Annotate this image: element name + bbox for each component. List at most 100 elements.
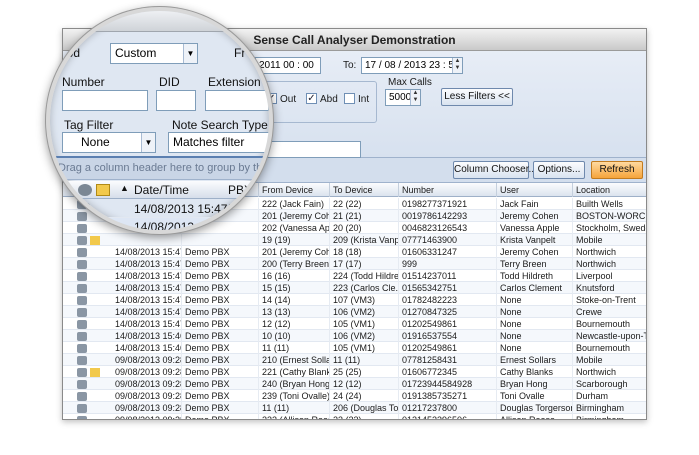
int-checkbox[interactable] (344, 93, 355, 104)
from-device-cell: 10 (10) (259, 330, 330, 342)
to-device-column-header[interactable]: To Device (330, 183, 399, 197)
table-row[interactable]: 19 (19)209 (Krista Vanp...07771463900Kri… (63, 234, 646, 246)
number-cell: 01514237011 (399, 270, 497, 282)
table-row[interactable]: 14/08/2013 15:46 Demo PBX 10 (10) 106 (VM2)… (63, 330, 646, 342)
date-cell: 14/08/2013 15:46 (112, 342, 182, 354)
location-cell: Stockholm, Sweden (573, 222, 646, 234)
table-row[interactable]: 14/08/2013 15:46 Demo PBX 11 (11) 105 (VM1)… (63, 342, 646, 354)
magnified-period-label: riod (60, 46, 81, 60)
table-row[interactable]: 09/08/2013 09:28 Demo PBX 239 (Toni Ovalle… (63, 390, 646, 402)
period-value: Custom (115, 46, 157, 60)
user-cell: None (497, 342, 573, 354)
pbx-cell: Demo PBX (182, 294, 259, 306)
to-device-cell: 106 (VM2) (330, 306, 399, 318)
to-device-cell: 23 (23) (330, 414, 399, 419)
location-cell: Mobile (573, 234, 646, 246)
table-row[interactable]: 14/08/2013 15:47 Demo PBX 200 (Terry Breen… (63, 258, 646, 270)
date-cell: 09/08/2013 09:28 (112, 378, 182, 390)
to-date-input[interactable]: 17 / 08 / 2013 23 : 59 ▲ ▼ (361, 57, 463, 74)
number-cell: 01202549861 (399, 342, 497, 354)
to-device-cell: 12 (12) (330, 378, 399, 390)
table-row[interactable]: 14/08/2013 15:47 Demo PBX 15 (15) 223 (Carl… (63, 282, 646, 294)
to-device-cell: 105 (VM1) (330, 342, 399, 354)
table-row[interactable]: 14/08/2013 15:47 Demo PBX 16 (16) 224 (Todd… (63, 270, 646, 282)
number-cell: 01916537554 (399, 330, 497, 342)
user-cell: Jeremy Cohen (497, 210, 573, 222)
group-by-panel[interactable]: Drag a column header here to group by th (50, 158, 269, 180)
user-cell: Cathy Blanks (497, 366, 573, 378)
number-cell: 0046823126543 (399, 222, 497, 234)
abd-checkbox[interactable]: ✓ (306, 93, 317, 104)
user-column-header[interactable]: User (497, 183, 573, 197)
location-column-header[interactable]: Location (573, 183, 646, 197)
number-cell: 01606772345 (399, 366, 497, 378)
note-header-icon (96, 184, 110, 196)
period-select[interactable]: Custom ▼ (110, 43, 198, 64)
user-cell: Bryan Hong (497, 378, 573, 390)
from-device-cell: 13 (13) (259, 306, 330, 318)
call-direction-icon (77, 392, 87, 401)
tag-filter-select[interactable]: None ▼ (62, 132, 156, 153)
out-label: Out (280, 94, 297, 105)
less-filters-button[interactable]: Less Filters << (441, 88, 513, 106)
number-cell: 0191385735271 (399, 390, 497, 402)
call-direction-icon (77, 416, 87, 419)
table-row[interactable]: 14/08/2013 15:47Demo PBX201 (Jeremy Coh.… (63, 246, 646, 258)
tag-filter-value: None (81, 135, 110, 149)
date-cell: 14/08/2013 15:47 (112, 318, 182, 330)
sort-ascending-icon[interactable]: ▲ (120, 183, 129, 193)
max-calls-label: Max Calls (388, 77, 432, 88)
number-cell: 01606331247 (399, 246, 497, 258)
table-row[interactable]: 14/08/2013 15:47 Demo PBX 14 (14) 107 (VM3)… (63, 294, 646, 306)
from-device-cell: 201 (Jeremy Coh... (259, 246, 330, 258)
number-column-header[interactable]: Number (399, 183, 497, 197)
date-cell: 14/08/2013 15:47 (112, 270, 182, 282)
to-device-cell: 206 (Douglas To... (330, 402, 399, 414)
number-cell: 07781258431 (399, 354, 497, 366)
table-row[interactable]: 14/08/2013 15:47 Demo PBX 12 (12) 105 (VM1)… (63, 318, 646, 330)
to-device-cell: 21 (21) (330, 210, 399, 222)
magnified-row-1-pbx: D (228, 202, 237, 216)
to-device-cell: 106 (VM2) (330, 330, 399, 342)
table-row[interactable]: 09/08/2013 09:28 Demo PBX 11 (11) 206 (Doug… (63, 402, 646, 414)
table-row[interactable]: 09/08/2013 09:28 Demo PBX 232 (Allison Ree… (63, 414, 646, 419)
user-cell: None (497, 318, 573, 330)
call-direction-icon (77, 404, 87, 413)
to-device-cell: 224 (Todd Hildre... (330, 270, 399, 282)
tag-filter-dropdown-icon[interactable]: ▼ (141, 133, 155, 152)
max-calls-value: 5000 (389, 92, 412, 103)
max-calls-input[interactable]: 5000 ▲ ▼ (385, 89, 421, 106)
call-direction-icon (77, 320, 87, 329)
location-cell: Stoke-on-Trent (573, 294, 646, 306)
table-row[interactable]: 14/08/2013 15:47 Demo PBX 13 (13) 106 (VM2)… (63, 306, 646, 318)
extension-input[interactable] (205, 90, 269, 111)
to-device-cell: 223 (Carlos Cle... (330, 282, 399, 294)
location-cell: Northwich (573, 258, 646, 270)
magnified-pbx-header[interactable]: PBX (228, 183, 252, 197)
date-cell (112, 234, 182, 246)
to-device-cell: 209 (Krista Vanp... (330, 234, 399, 246)
from-device-cell: 11 (11) (259, 402, 330, 414)
magnified-date-time-header[interactable]: Date/Time (134, 183, 189, 197)
table-row[interactable]: 09/08/2013 09:28Demo PBX221 (Cathy Blank… (63, 366, 646, 378)
magnified-row-1[interactable]: 14/08/2013 15:47 D (50, 200, 269, 218)
call-direction-icon (77, 248, 87, 257)
did-input[interactable] (156, 90, 196, 111)
pbx-cell: Demo PBX (182, 330, 259, 342)
number-cell: 01217237800 (399, 402, 497, 414)
abd-label: Abd (320, 94, 338, 105)
note-search-type-select[interactable]: Matches filter (168, 132, 269, 153)
table-row[interactable]: 09/08/2013 09:28 Demo PBX 210 (Ernest Soll… (63, 354, 646, 366)
call-direction-icon (77, 308, 87, 317)
from-device-column-header[interactable]: From Device (259, 183, 330, 197)
refresh-button[interactable]: Refresh (591, 161, 643, 179)
to-date-spin[interactable]: ▲ ▼ (452, 58, 462, 73)
options-button[interactable]: Options... (533, 161, 585, 179)
date-cell: 14/08/2013 15:47 (112, 246, 182, 258)
number-cell: 01202549861 (399, 318, 497, 330)
table-row[interactable]: 09/08/2013 09:28 Demo PBX 240 (Bryan Hong)… (63, 378, 646, 390)
number-input[interactable] (62, 90, 148, 111)
column-chooser-button[interactable]: Column Chooser... (453, 161, 537, 179)
max-calls-spin[interactable]: ▲ ▼ (410, 90, 420, 105)
period-dropdown-icon[interactable]: ▼ (183, 44, 197, 63)
